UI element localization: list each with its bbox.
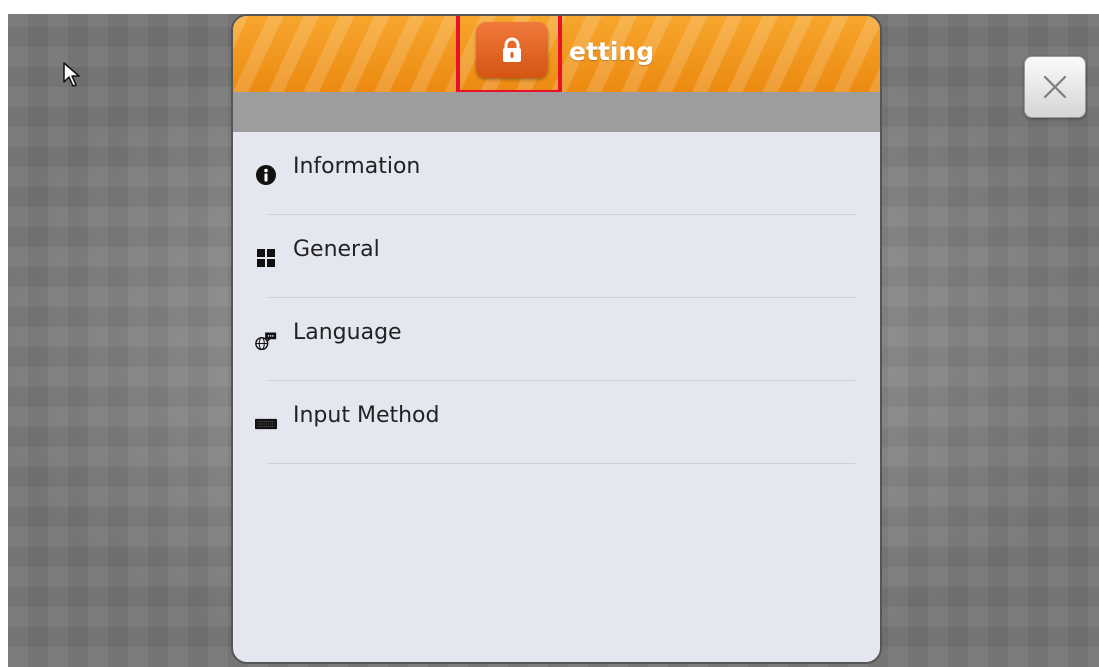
divider <box>267 463 855 464</box>
menu-item-label: Input Method <box>293 403 440 428</box>
settings-menu: Information General Language Input Metho… <box>233 132 880 464</box>
keyboard-icon <box>255 415 277 433</box>
menu-item-label: General <box>293 237 380 262</box>
subheader-bar <box>233 92 880 132</box>
menu-item-label: Information <box>293 154 421 179</box>
menu-item-label: Language <box>293 320 402 345</box>
mouse-pointer-icon <box>63 62 80 87</box>
info-icon <box>255 165 277 185</box>
dialog-header: etting <box>233 16 880 94</box>
dialog-title: etting <box>569 37 655 66</box>
menu-item-language[interactable]: Language <box>233 298 880 381</box>
grid-icon <box>255 249 277 267</box>
menu-item-general[interactable]: General <box>233 215 880 298</box>
close-icon <box>1043 75 1067 99</box>
menu-item-input-method[interactable]: Input Method <box>233 381 880 464</box>
settings-dialog: etting Information General Language Inpu… <box>231 14 882 664</box>
highlight-box <box>456 16 562 94</box>
close-button[interactable] <box>1024 56 1086 118</box>
globe-chat-icon <box>255 332 277 351</box>
menu-item-information[interactable]: Information <box>233 132 880 215</box>
